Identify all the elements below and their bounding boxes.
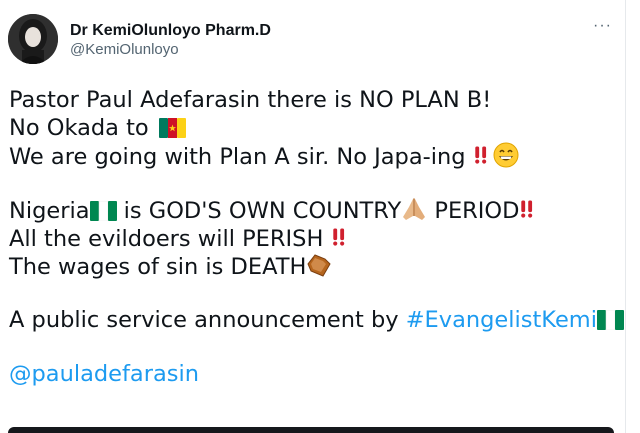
- double-exclamation-icon: [474, 146, 486, 164]
- tweet-line-1: Pastor Paul Adefarasin there is NO PLAN …: [9, 87, 492, 113]
- nigeria-flag-icon: [89, 201, 117, 221]
- tweet-line-6: The wages of sin is DEATH: [9, 252, 619, 280]
- tweet-text: Pastor Paul Adefarasin there is NO PLAN …: [9, 86, 624, 388]
- tweet-line-4: Nigeria is GOD'S OWN COUNTRY PERIOD: [9, 196, 619, 224]
- author-handle[interactable]: @KemiOlunloyo: [70, 41, 179, 58]
- nigeria-flag-icon: [596, 310, 624, 330]
- tweet-line-4-b: is GOD'S OWN COUNTRY: [116, 198, 402, 224]
- tweet-line-2-text: No Okada to: [9, 115, 156, 141]
- hashtag-link[interactable]: #EvangelistKemi: [406, 307, 597, 333]
- tweet-line-6-text: The wages of sin is DEATH: [9, 254, 307, 280]
- tweet-line-5-text: All the evildoers will PERISH: [9, 226, 324, 252]
- cameroon-flag-icon: [158, 118, 186, 138]
- coffin-icon: [307, 254, 332, 277]
- tweet-line-3: We are going with Plan A sir. No Japa-in…: [9, 142, 619, 170]
- tweet-line-3-text: We are going with Plan A sir. No Japa-in…: [9, 144, 466, 170]
- mention-link[interactable]: @pauladefarasin: [9, 361, 199, 387]
- more-options-button[interactable]: ···: [593, 17, 612, 35]
- author-display-name[interactable]: Dr KemiOlunloyo Pharm.D: [70, 22, 271, 40]
- tweet-line-7-text: A public service announcement by: [9, 307, 406, 333]
- grinning-face-icon: [493, 142, 519, 168]
- tweet-card: Dr KemiOlunloyo Pharm.D @KemiOlunloyo ··…: [0, 0, 626, 433]
- double-exclamation-icon: [521, 200, 533, 218]
- avatar[interactable]: [8, 14, 58, 64]
- tweet-line-4-a: Nigeria: [9, 198, 90, 224]
- profile-photo: [8, 14, 58, 64]
- tweet-line-2: No Okada to: [9, 114, 619, 142]
- double-exclamation-icon: [332, 228, 344, 246]
- folded-hands-icon: [403, 198, 426, 220]
- media-preview-edge[interactable]: [8, 427, 614, 433]
- tweet-line-5: All the evildoers will PERISH: [9, 224, 619, 252]
- tweet-line-4-c: PERIOD: [427, 198, 520, 224]
- tweet-line-8: @pauladefarasin: [9, 360, 619, 388]
- tweet-line-7: A public service announcement by #Evange…: [9, 306, 624, 334]
